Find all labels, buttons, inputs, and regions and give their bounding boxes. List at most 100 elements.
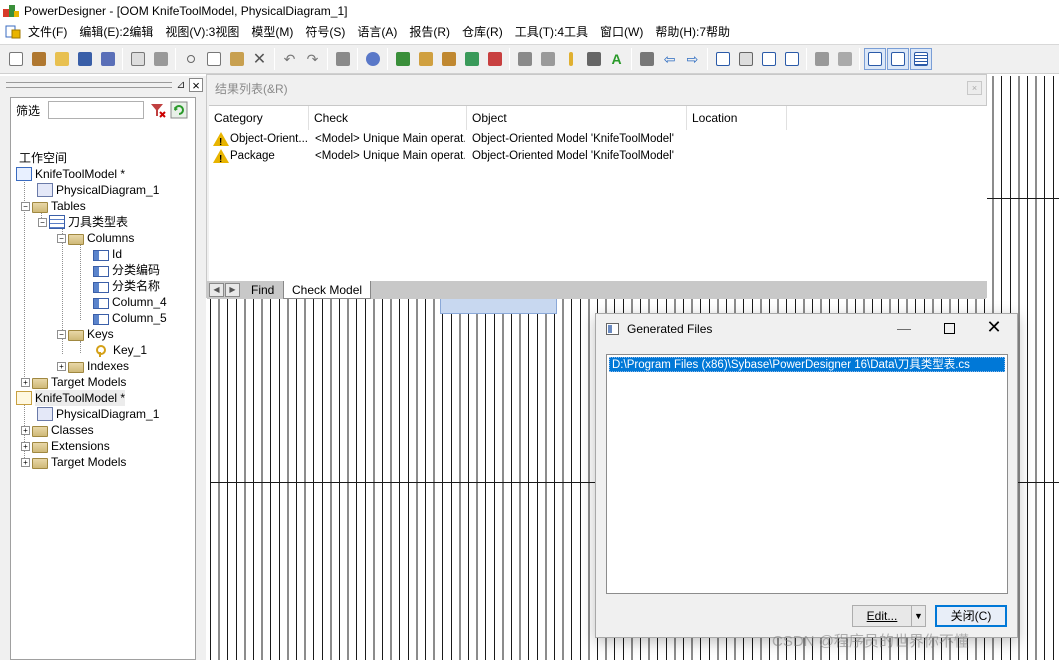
delete-icon[interactable]: ✕ bbox=[249, 48, 271, 70]
result-list-close-icon[interactable]: × bbox=[967, 81, 982, 95]
find-icon[interactable] bbox=[438, 48, 460, 70]
save-icon[interactable] bbox=[74, 48, 96, 70]
expand-icon[interactable]: + bbox=[21, 425, 30, 435]
new-project-icon[interactable] bbox=[28, 48, 50, 70]
tree-item-oom-target-models[interactable]: + Target Models bbox=[21, 454, 126, 470]
back-icon[interactable]: ⇦ bbox=[659, 48, 681, 70]
format-icon[interactable] bbox=[537, 48, 559, 70]
line-color-icon[interactable] bbox=[560, 48, 582, 70]
panel-pin-icon[interactable]: ⊿ bbox=[174, 78, 188, 92]
panel-close-icon[interactable]: × bbox=[189, 78, 203, 92]
refresh-icon[interactable] bbox=[461, 48, 483, 70]
print-preview-icon[interactable] bbox=[127, 48, 149, 70]
symbol-icon[interactable] bbox=[636, 48, 658, 70]
column-header-object[interactable]: Object bbox=[467, 106, 687, 130]
cut-icon[interactable] bbox=[180, 48, 202, 70]
menu-help[interactable]: 帮助(H):7帮助 bbox=[649, 22, 736, 42]
tree-item-target-models[interactable]: + Target Models bbox=[21, 374, 126, 390]
tree-item-column[interactable]: Id bbox=[93, 246, 122, 262]
result-row[interactable]: Package <Model> Unique Main operat... Ob… bbox=[209, 148, 987, 168]
toggle-output-icon[interactable] bbox=[886, 48, 909, 70]
tree-item-oom-diagram[interactable]: PhysicalDiagram_1 bbox=[37, 406, 159, 422]
expand-icon[interactable]: + bbox=[21, 441, 30, 451]
minimize-icon[interactable]: — bbox=[892, 320, 916, 338]
shape-icon[interactable] bbox=[514, 48, 536, 70]
tree-item-column[interactable]: Column_5 bbox=[93, 310, 167, 326]
tree-item-table[interactable]: − 刀具类型表 bbox=[38, 214, 128, 230]
collapse-icon[interactable]: − bbox=[57, 329, 66, 339]
menu-window[interactable]: 窗口(W) bbox=[594, 22, 649, 42]
group-icon[interactable] bbox=[834, 48, 856, 70]
open-icon[interactable] bbox=[51, 48, 73, 70]
paste-icon[interactable] bbox=[226, 48, 248, 70]
generated-file-item[interactable]: D:\Program Files (x86)\Sybase\PowerDesig… bbox=[609, 357, 1005, 372]
generated-files-list[interactable]: D:\Program Files (x86)\Sybase\PowerDesig… bbox=[606, 354, 1008, 594]
result-row[interactable]: Object-Orient... <Model> Unique Main ope… bbox=[209, 131, 987, 151]
panel-grip[interactable] bbox=[6, 82, 172, 88]
menu-symbol[interactable]: 符号(S) bbox=[299, 22, 351, 42]
tree-item-oom-model[interactable]: KnifeToolModel * bbox=[16, 390, 126, 406]
new-package-icon[interactable] bbox=[392, 48, 414, 70]
document-menu-icon[interactable] bbox=[4, 24, 22, 40]
expand-icon[interactable]: + bbox=[21, 457, 30, 467]
column-header-location[interactable]: Location bbox=[687, 106, 787, 130]
tab-scroll-right-icon[interactable]: ▶ bbox=[225, 283, 240, 297]
tree-item-tables[interactable]: − Tables bbox=[21, 198, 86, 214]
tab-scroll-left-icon[interactable]: ◀ bbox=[209, 283, 224, 297]
copy-icon[interactable] bbox=[203, 48, 225, 70]
check-model-icon[interactable] bbox=[362, 48, 384, 70]
align-right-icon[interactable] bbox=[758, 48, 780, 70]
tree-item-physical-diagram[interactable]: PhysicalDiagram_1 bbox=[37, 182, 159, 198]
dropdown-arrow-icon[interactable]: ▼ bbox=[911, 606, 925, 626]
tree-item-key[interactable]: Key_1 bbox=[95, 342, 147, 358]
dialog-title-bar[interactable]: Generated Files — ✕ bbox=[596, 314, 1017, 345]
menu-tools[interactable]: 工具(T):4工具 bbox=[509, 22, 594, 42]
align-top-icon[interactable] bbox=[781, 48, 803, 70]
new-icon[interactable] bbox=[5, 48, 27, 70]
collapse-icon[interactable]: − bbox=[57, 233, 66, 243]
browser-icon[interactable] bbox=[415, 48, 437, 70]
menu-view[interactable]: 视图(V):3视图 bbox=[159, 22, 245, 42]
tab-check-model[interactable]: Check Model bbox=[283, 281, 372, 299]
fill-icon[interactable] bbox=[583, 48, 605, 70]
collapse-icon[interactable]: − bbox=[21, 201, 30, 211]
refresh-filter-icon[interactable] bbox=[170, 101, 188, 119]
close-icon[interactable]: ✕ bbox=[982, 318, 1006, 338]
tree-item-keys[interactable]: − Keys bbox=[57, 326, 114, 342]
menu-language[interactable]: 语言(A) bbox=[351, 22, 403, 42]
tree-item-pdm-model[interactable]: KnifeToolModel * bbox=[16, 166, 125, 182]
redo-icon[interactable]: ↷ bbox=[302, 48, 324, 70]
close-button[interactable]: 关闭(C) bbox=[935, 605, 1007, 627]
tree-item-extensions[interactable]: + Extensions bbox=[21, 438, 110, 454]
save-all-icon[interactable] bbox=[97, 48, 119, 70]
align-left-icon[interactable] bbox=[712, 48, 734, 70]
filter-input[interactable] bbox=[48, 101, 145, 119]
align-center-icon[interactable] bbox=[735, 48, 757, 70]
tree-item-indexes[interactable]: + Indexes bbox=[57, 358, 129, 374]
column-header-check[interactable]: Check bbox=[309, 106, 467, 130]
undo-icon[interactable]: ↶ bbox=[279, 48, 301, 70]
forward-icon[interactable]: ⇨ bbox=[682, 48, 704, 70]
edit-button[interactable]: Edit... ▼ bbox=[852, 605, 926, 627]
toggle-browser-icon[interactable] bbox=[863, 48, 886, 70]
expand-icon[interactable]: + bbox=[21, 377, 30, 387]
tree-item-column[interactable]: 分类名称 bbox=[93, 278, 160, 294]
column-header-category[interactable]: Category bbox=[209, 106, 309, 130]
tree-item-columns[interactable]: − Columns bbox=[57, 230, 134, 246]
clear-filter-icon[interactable] bbox=[148, 101, 166, 119]
maximize-icon[interactable] bbox=[938, 320, 962, 338]
menu-repository[interactable]: 仓库(R) bbox=[456, 22, 509, 42]
tab-find[interactable]: Find bbox=[243, 281, 282, 299]
font-color-icon[interactable]: A bbox=[606, 48, 628, 70]
print-icon[interactable] bbox=[150, 48, 172, 70]
result-list[interactable]: Category Check Object Location Object-Or… bbox=[209, 105, 987, 281]
impact-analysis-icon[interactable] bbox=[484, 48, 506, 70]
tree-item-workspace[interactable]: 工作空间 bbox=[19, 150, 67, 166]
toggle-result-list-icon[interactable] bbox=[909, 48, 932, 70]
menu-model[interactable]: 模型(M) bbox=[245, 22, 299, 42]
tree-item-classes[interactable]: + Classes bbox=[21, 422, 94, 438]
go-up-icon[interactable] bbox=[332, 48, 354, 70]
expand-icon[interactable]: + bbox=[57, 361, 66, 371]
tree-item-column[interactable]: 分类编码 bbox=[93, 262, 160, 278]
menu-edit[interactable]: 编辑(E):2编辑 bbox=[73, 22, 159, 42]
